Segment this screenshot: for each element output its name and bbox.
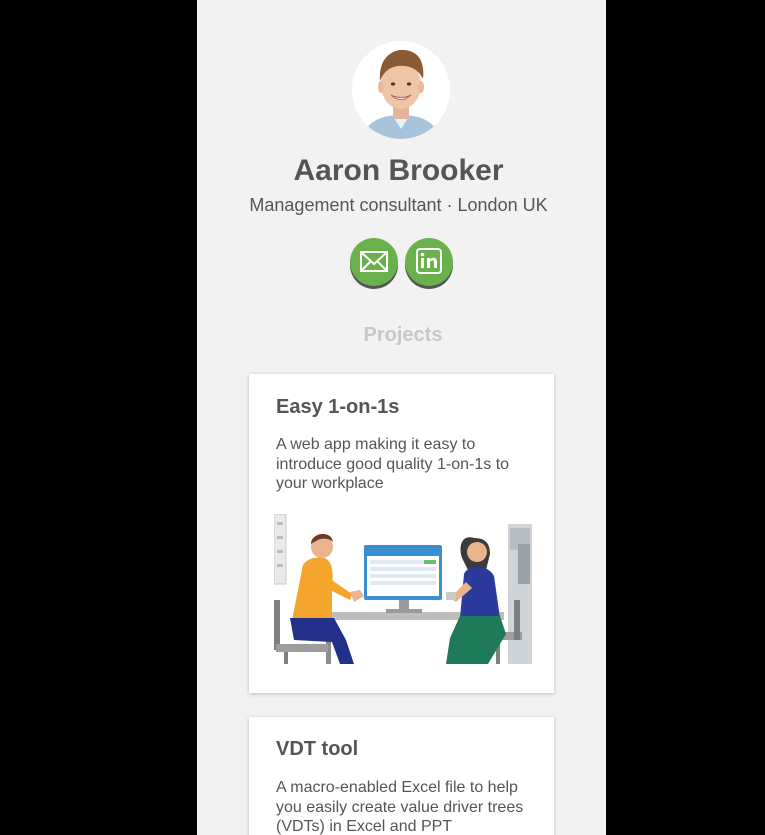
project-title[interactable]: Easy 1-on-1s — [276, 395, 399, 419]
project-card[interactable]: Easy 1-on-1s A web app making it easy to… — [249, 374, 554, 693]
linkedin-icon — [416, 248, 442, 274]
projects-section-title: Projects — [363, 324, 443, 346]
project-description: A macro-enabled Excel file to help you e… — [276, 779, 524, 835]
mail-icon — [360, 251, 388, 272]
project-description: A web app making it easy to introduce go… — [276, 436, 510, 492]
linkedin-button[interactable] — [405, 238, 453, 286]
email-button[interactable] — [350, 238, 398, 286]
project-card[interactable]: VDT tool A macro-enabled Excel file to h… — [249, 717, 554, 835]
project-title[interactable]: VDT tool — [276, 737, 358, 761]
profile-photo — [352, 41, 450, 139]
meeting-illustration — [274, 514, 532, 664]
profile-tagline: Management consultant · London UK — [249, 195, 548, 215]
avatar — [352, 41, 450, 139]
profile-name: Aaron Brooker — [293, 154, 504, 187]
profile-page: Aaron Brooker Management consultant · Lo… — [197, 0, 606, 835]
